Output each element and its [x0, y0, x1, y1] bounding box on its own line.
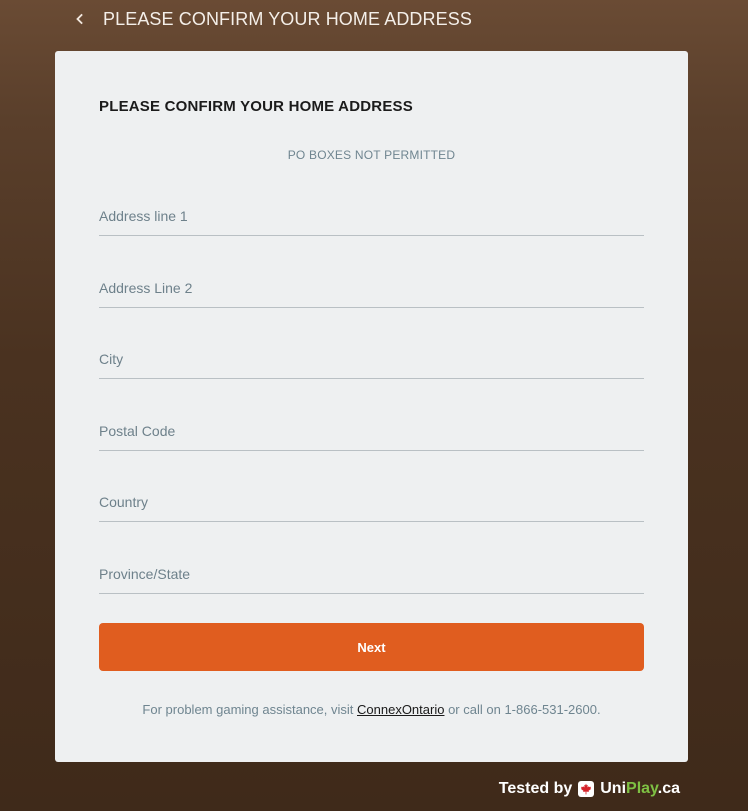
back-button[interactable]: [70, 8, 88, 30]
page-title: PLEASE CONFIRM YOUR HOME ADDRESS: [103, 9, 472, 29]
province-state-field[interactable]: [99, 554, 644, 594]
next-button[interactable]: Next: [99, 623, 644, 671]
po-box-notice: PO BOXES NOT PERMITTED: [287, 148, 456, 162]
address-line-1-input[interactable]: [99, 196, 644, 235]
chevron-left-icon: [76, 13, 83, 25]
address-form-card: PLEASE CONFIRM YOUR HOME ADDRESS PO BOXE…: [55, 51, 688, 762]
city-field[interactable]: [99, 339, 644, 379]
tested-by-label: Tested by: [498, 780, 573, 797]
postal-code-field[interactable]: [99, 411, 644, 451]
city-input[interactable]: [99, 339, 644, 378]
assistance-prefix: For problem gaming assistance, visit: [142, 702, 358, 717]
assistance-suffix: or call on 1-866-531-2600.: [444, 702, 601, 717]
brand-ca: .ca: [657, 780, 680, 797]
country-input[interactable]: [99, 482, 644, 521]
gaming-assistance-note: For problem gaming assistance, visit Con…: [55, 702, 688, 717]
country-field[interactable]: [99, 482, 644, 522]
province-state-input[interactable]: [99, 554, 644, 593]
brand-play: Play: [626, 780, 658, 797]
address-line-1-field[interactable]: [99, 196, 644, 236]
page-header: PLEASE CONFIRM YOUR HOME ADDRESS: [0, 0, 748, 44]
address-line-2-input[interactable]: [99, 268, 644, 307]
maple-leaf-icon: [578, 781, 595, 797]
tested-by-badge: Tested by UniPlay.ca: [499, 780, 680, 798]
uniplay-logo: UniPlay.ca: [600, 780, 680, 798]
form-title: PLEASE CONFIRM YOUR HOME ADDRESS: [99, 98, 413, 115]
brand-uni: Uni: [600, 780, 627, 797]
postal-code-input[interactable]: [99, 411, 644, 450]
address-line-2-field[interactable]: [99, 268, 644, 308]
connexontario-link[interactable]: ConnexOntario: [357, 702, 444, 717]
